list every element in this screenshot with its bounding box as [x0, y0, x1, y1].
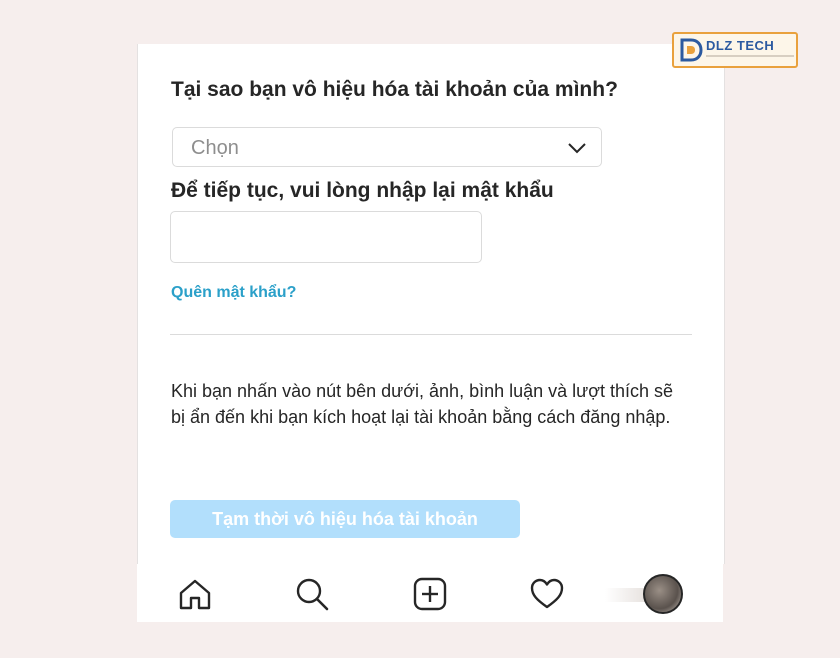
add-post-icon [413, 577, 447, 611]
password-field[interactable] [170, 211, 482, 263]
reason-select[interactable]: Chọn [172, 127, 602, 167]
disable-account-button[interactable]: Tạm thời vô hiệu hóa tài khoản [170, 500, 520, 538]
deactivate-account-panel: Tại sao bạn vô hiệu hóa tài khoản của mì… [137, 44, 725, 564]
avatar-blur [605, 588, 645, 602]
brand-tagline [706, 55, 794, 57]
dlz-logo-icon [680, 38, 703, 62]
heart-icon [530, 578, 564, 609]
divider [170, 334, 692, 335]
tab-search[interactable] [294, 576, 330, 612]
profile-avatar[interactable] [643, 574, 683, 614]
brand-name: DLZ TECH [706, 38, 775, 53]
tab-new-post[interactable] [412, 576, 448, 612]
tab-activity[interactable] [529, 576, 565, 612]
password-label: Để tiếp tục, vui lòng nhập lại mật khẩu [171, 179, 554, 202]
reason-question: Tại sao bạn vô hiệu hóa tài khoản của mì… [171, 78, 618, 101]
search-icon [296, 578, 329, 611]
home-icon [179, 579, 211, 610]
brand-watermark: DLZ TECH [672, 32, 798, 68]
reason-select-value: Chọn [191, 137, 239, 159]
bottom-tab-bar [137, 564, 723, 622]
forgot-password-link[interactable]: Quên mật khẩu? [171, 284, 296, 302]
tab-home[interactable] [177, 576, 213, 612]
chevron-down-icon [568, 143, 586, 154]
info-text: Khi bạn nhấn vào nút bên dưới, ảnh, bình… [171, 381, 674, 427]
